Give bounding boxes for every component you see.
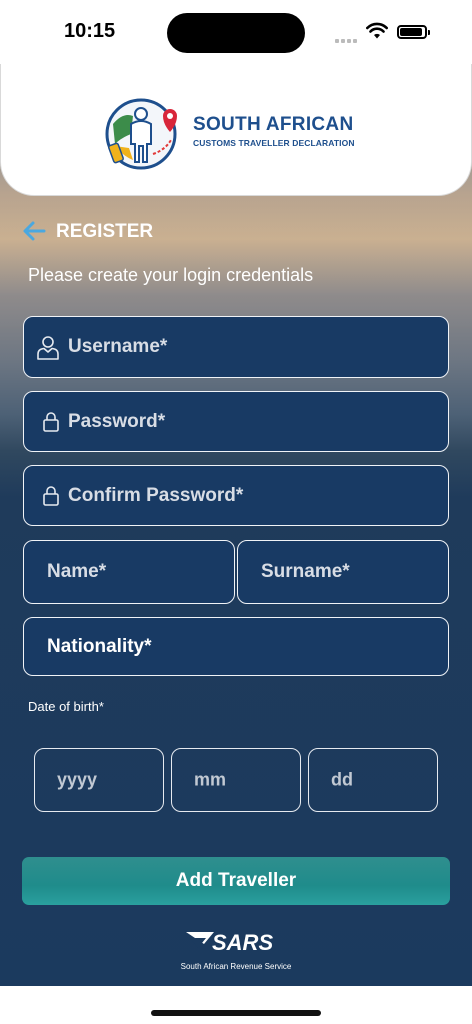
name-field[interactable]: Name* — [23, 540, 235, 604]
logo-title: SOUTH AFRICAN — [193, 114, 354, 135]
confirm-password-field[interactable]: Confirm Password* — [23, 465, 449, 526]
dob-day-field[interactable]: dd — [308, 748, 438, 812]
dob-label: Date of birth* — [28, 699, 104, 714]
username-field[interactable]: Username* — [23, 316, 449, 378]
arrow-left-icon[interactable] — [22, 220, 46, 242]
user-icon — [37, 336, 59, 360]
page-title: REGISTER — [56, 221, 154, 242]
home-indicator[interactable] — [151, 1010, 321, 1016]
dob-day-placeholder: dd — [331, 769, 353, 790]
surname-field[interactable]: Surname* — [237, 540, 449, 604]
dob-year-placeholder: yyyy — [57, 769, 98, 790]
traveller-globe-logo-icon — [105, 98, 177, 170]
lock-icon — [43, 485, 59, 506]
bottom-bar — [0, 986, 472, 1024]
confirm-password-placeholder: Confirm Password* — [68, 484, 244, 506]
nationality-field[interactable]: Nationality* — [23, 617, 449, 676]
svg-text:SARS: SARS — [212, 930, 273, 955]
nationality-placeholder: Nationality* — [47, 635, 152, 657]
dob-month-placeholder: mm — [194, 769, 227, 790]
wifi-icon — [366, 22, 388, 39]
header-logo-card: SOUTH AFRICAN CUSTOMS TRAVELLER DECLARAT… — [0, 64, 472, 196]
status-time: 10:15 — [64, 20, 116, 42]
dob-month-field[interactable]: mm — [171, 748, 301, 812]
username-placeholder: Username* — [68, 336, 168, 357]
password-placeholder: Password* — [68, 410, 166, 432]
lock-icon — [43, 411, 59, 432]
name-placeholder: Name* — [47, 561, 107, 582]
dob-year-field[interactable]: yyyy — [34, 748, 164, 812]
form-instruction: Please create your login credentials — [28, 265, 314, 285]
battery-icon — [397, 25, 430, 39]
sars-caption: South African Revenue Service — [180, 962, 292, 971]
add-traveller-button[interactable]: Add Traveller — [22, 857, 450, 905]
surname-placeholder: Surname* — [261, 561, 350, 582]
status-bar: 10:15 — [0, 0, 472, 64]
logo-subtitle: CUSTOMS TRAVELLER DECLARATION — [193, 138, 355, 148]
cellular-signal-icon — [335, 30, 359, 48]
dynamic-island — [167, 13, 305, 53]
sars-logo: SARS — [186, 930, 273, 955]
password-field[interactable]: Password* — [23, 391, 449, 452]
